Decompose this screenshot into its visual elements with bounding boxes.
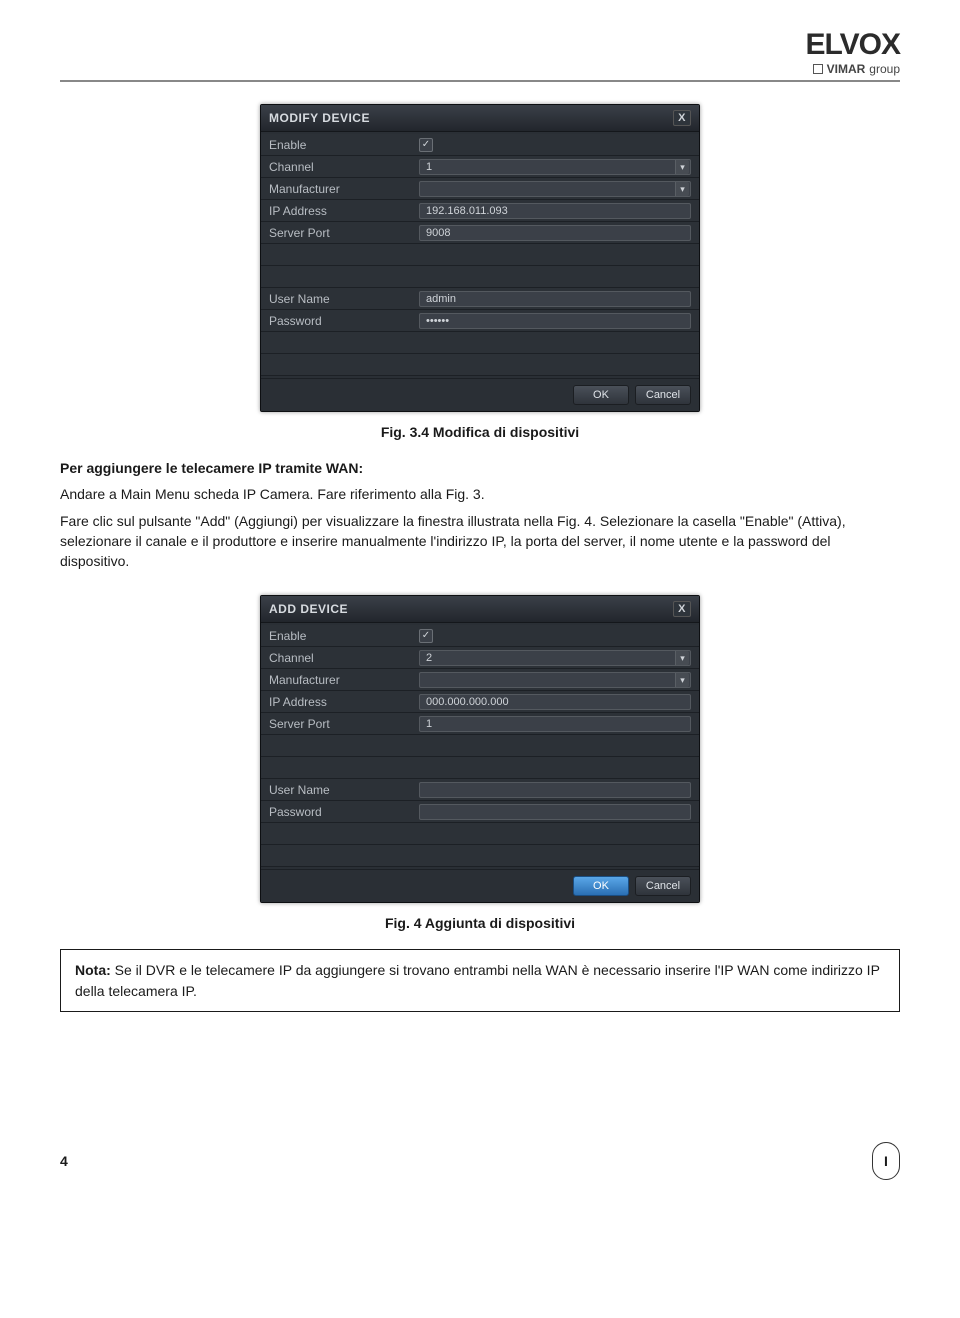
row-manufacturer: Manufacturer ▾ (261, 669, 699, 691)
ip-address-input[interactable] (419, 694, 691, 710)
modify-device-dialog: MODIFY DEVICE X Enable ✓ Channel ▾ (260, 104, 700, 412)
note-text: Se il DVR e le telecamere IP da aggiunge… (75, 962, 880, 998)
row-password: Password (261, 801, 699, 823)
dialog-title: ADD DEVICE (269, 602, 348, 616)
logo-text: ELVOX (806, 30, 900, 60)
ok-button[interactable]: OK (573, 385, 629, 405)
label-port: Server Port (269, 717, 419, 731)
row-ip: IP Address (261, 200, 699, 222)
chevron-down-icon[interactable]: ▾ (675, 651, 689, 665)
label-port: Server Port (269, 226, 419, 240)
note-prefix: Nota: (75, 962, 111, 978)
row-empty (261, 823, 699, 845)
row-empty (261, 757, 699, 779)
page-header: ELVOX VIMAR group (60, 30, 900, 82)
page-footer: 4 I (60, 1142, 900, 1180)
dialog-titlebar: MODIFY DEVICE X (261, 105, 699, 132)
server-port-input[interactable] (419, 225, 691, 241)
label-manufacturer: Manufacturer (269, 182, 419, 196)
server-port-input[interactable] (419, 716, 691, 732)
username-input[interactable] (419, 782, 691, 798)
password-input[interactable] (419, 804, 691, 820)
add-device-dialog: ADD DEVICE X Enable ✓ Channel ▾ (260, 595, 700, 903)
paragraph: Fare clic sul pulsante "Add" (Aggiungi) … (60, 511, 900, 572)
brand-logo: ELVOX VIMAR group (806, 30, 900, 76)
row-manufacturer: Manufacturer ▾ (261, 178, 699, 200)
dialog-title: MODIFY DEVICE (269, 111, 370, 125)
username-input[interactable] (419, 291, 691, 307)
logo-subtext: VIMAR group (806, 62, 900, 76)
channel-select[interactable] (419, 159, 691, 175)
password-input[interactable] (419, 313, 691, 329)
manufacturer-select[interactable] (419, 672, 691, 688)
channel-select[interactable] (419, 650, 691, 666)
label-password: Password (269, 805, 419, 819)
row-port: Server Port (261, 713, 699, 735)
row-username: User Name (261, 288, 699, 310)
row-empty (261, 735, 699, 757)
row-channel: Channel ▾ (261, 647, 699, 669)
dialog-footer: OK Cancel (261, 378, 699, 411)
note-box: Nota: Se il DVR e le telecamere IP da ag… (60, 949, 900, 1012)
label-username: User Name (269, 292, 419, 306)
manufacturer-select[interactable] (419, 181, 691, 197)
label-username: User Name (269, 783, 419, 797)
ip-address-input[interactable] (419, 203, 691, 219)
logo-square-icon (813, 64, 823, 74)
dialog-footer: OK Cancel (261, 869, 699, 902)
enable-checkbox[interactable]: ✓ (419, 629, 433, 643)
row-empty (261, 845, 699, 867)
label-manufacturer: Manufacturer (269, 673, 419, 687)
chevron-down-icon[interactable]: ▾ (675, 160, 689, 174)
page-number-left: 4 (60, 1153, 68, 1169)
row-ip: IP Address (261, 691, 699, 713)
paragraph: Andare a Main Menu scheda IP Camera. Far… (60, 484, 900, 504)
page-indicator-right: I (872, 1142, 900, 1180)
label-enable: Enable (269, 629, 419, 643)
row-enable: Enable ✓ (261, 134, 699, 156)
cancel-button[interactable]: Cancel (635, 876, 691, 896)
row-username: User Name (261, 779, 699, 801)
row-empty (261, 354, 699, 376)
row-channel: Channel ▾ (261, 156, 699, 178)
cancel-button[interactable]: Cancel (635, 385, 691, 405)
close-button[interactable]: X (673, 110, 691, 126)
dialog-body: Enable ✓ Channel ▾ Manufacturer (261, 623, 699, 869)
figure-caption: Fig. 4 Aggiunta di dispositivi (60, 915, 900, 931)
row-enable: Enable ✓ (261, 625, 699, 647)
chevron-down-icon[interactable]: ▾ (675, 673, 689, 687)
row-empty (261, 332, 699, 354)
row-empty (261, 244, 699, 266)
label-enable: Enable (269, 138, 419, 152)
enable-checkbox[interactable]: ✓ (419, 138, 433, 152)
paragraph-heading: Per aggiungere le telecamere IP tramite … (60, 458, 900, 478)
dialog-body: Enable ✓ Channel ▾ Manufacturer (261, 132, 699, 378)
label-channel: Channel (269, 160, 419, 174)
close-button[interactable]: X (673, 601, 691, 617)
label-ip: IP Address (269, 204, 419, 218)
label-password: Password (269, 314, 419, 328)
figure-caption: Fig. 3.4 Modifica di dispositivi (60, 424, 900, 440)
dialog-titlebar: ADD DEVICE X (261, 596, 699, 623)
chevron-down-icon[interactable]: ▾ (675, 182, 689, 196)
label-channel: Channel (269, 651, 419, 665)
ok-button[interactable]: OK (573, 876, 629, 896)
row-password: Password (261, 310, 699, 332)
label-ip: IP Address (269, 695, 419, 709)
row-empty (261, 266, 699, 288)
row-port: Server Port (261, 222, 699, 244)
